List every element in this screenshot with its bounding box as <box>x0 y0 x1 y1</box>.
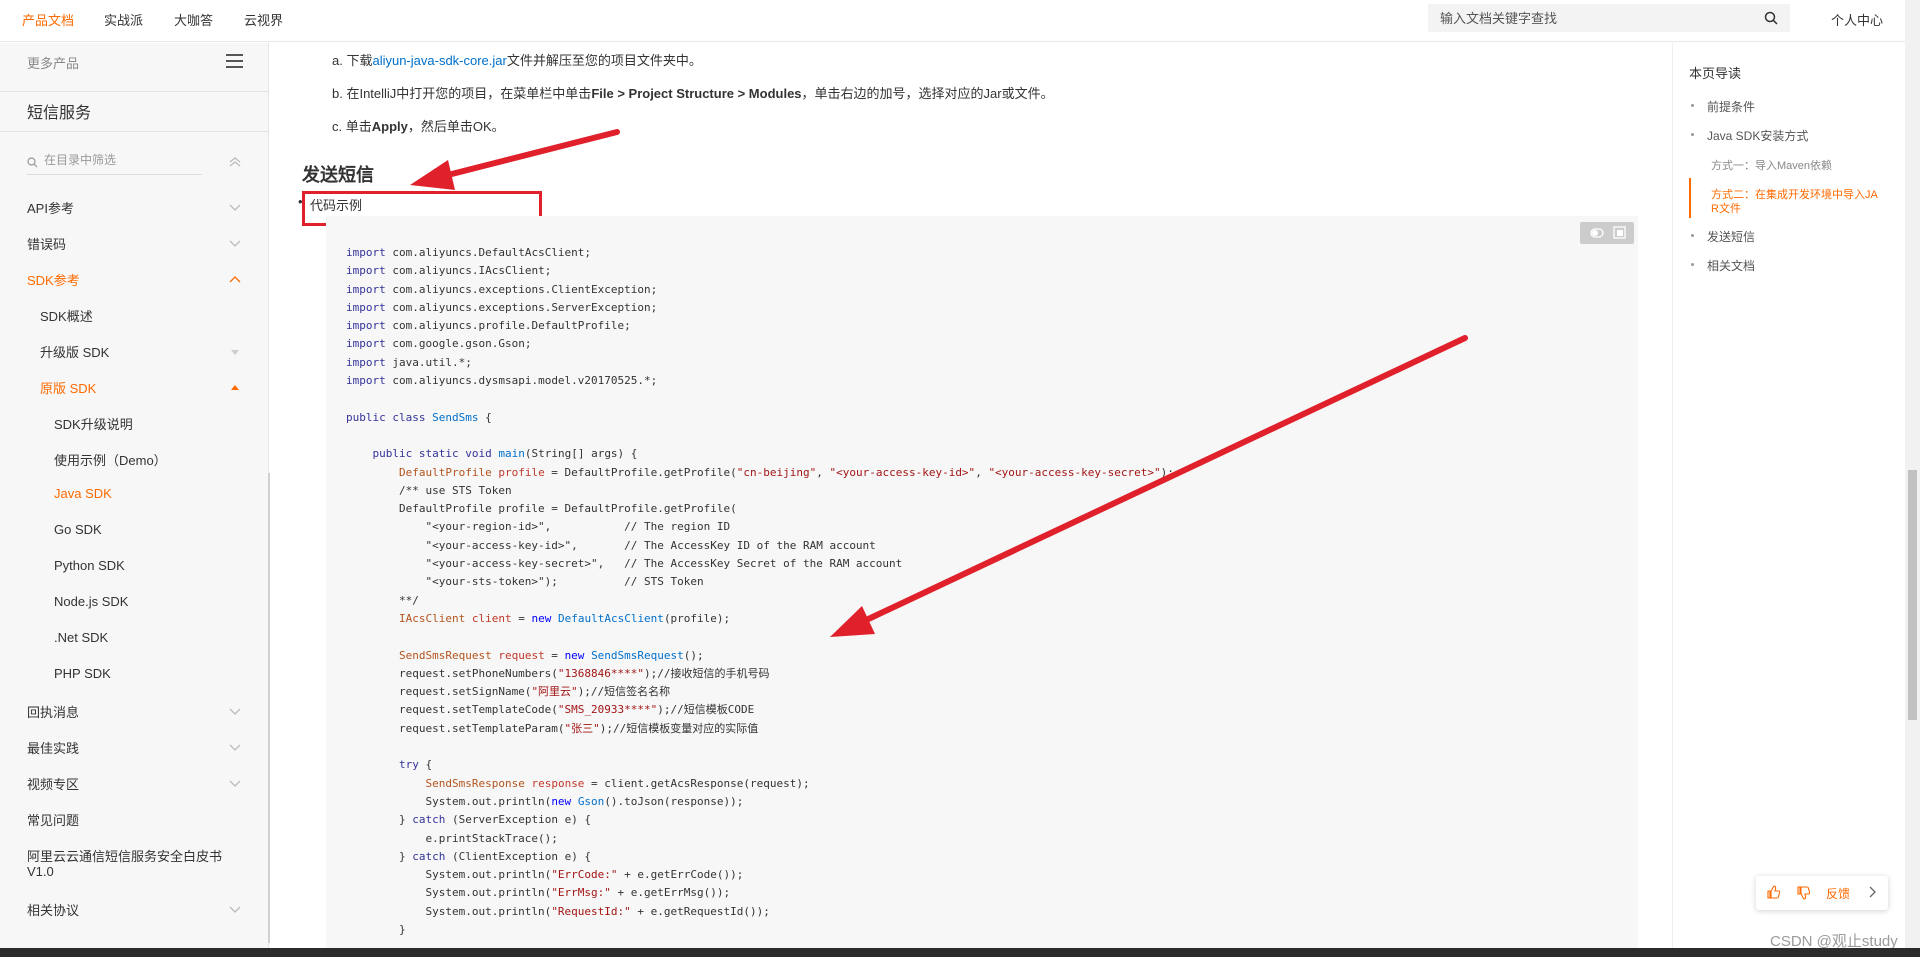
sidebar-item-python-sdk[interactable]: Python SDK <box>54 558 125 573</box>
sidebar-item-demo[interactable]: 使用示例（Demo） <box>54 450 167 469</box>
sidebar-item-go-sdk[interactable]: Go SDK <box>54 522 102 537</box>
page-toc: 本页导读 前提条件 Java SDK安装方式 方式一：导入Maven依赖 方式二… <box>1672 43 1905 948</box>
catalog-filter-input[interactable] <box>44 153 194 167</box>
sidebar-item-original-sdk[interactable]: 原版 SDK <box>40 378 96 397</box>
top-navigation: 产品文档 实战派 大咖答 云视界 个人中心 <box>0 0 1905 42</box>
sidebar-item-upgraded-sdk[interactable]: 升级版 SDK <box>40 342 109 361</box>
nav-product-docs[interactable]: 产品文档 <box>22 10 74 29</box>
main-content: a. 下载aliyun-java-sdk-core.jar文件并解压至您的项目文… <box>270 43 1670 956</box>
step-b: b. 在IntelliJ中打开您的项目，在菜单栏中单击File > Projec… <box>332 83 1054 102</box>
toggle-theme-icon[interactable] <box>1590 227 1604 239</box>
step-b-prefix: b. 在IntelliJ中打开您的项目，在菜单栏中单击 <box>332 86 592 101</box>
toc-item-related-docs[interactable]: 相关文档 <box>1707 257 1755 274</box>
catalog-filter <box>27 153 202 175</box>
step-c: c. 单击Apply，然后单击OK。 <box>332 116 505 135</box>
copy-icon[interactable] <box>1613 226 1626 239</box>
step-c-apply: Apply <box>371 119 408 134</box>
search-input[interactable] <box>1428 4 1748 32</box>
search-box <box>1428 4 1790 32</box>
sidebar-item-dotnet-sdk[interactable]: .Net SDK <box>54 630 108 645</box>
sidebar-item-best-practices[interactable]: 最佳实践 <box>27 738 79 757</box>
toc-item-java-sdk-install[interactable]: Java SDK安装方式 <box>1707 127 1808 144</box>
collapse-all-icon[interactable] <box>228 155 242 169</box>
sidebar-item-nodejs-sdk[interactable]: Node.js SDK <box>54 594 128 609</box>
search-icon <box>27 157 38 168</box>
thumbs-up-icon[interactable] <box>1766 885 1780 899</box>
step-a-prefix: a. 下载 <box>332 53 373 68</box>
sidebar-item-agreements[interactable]: 相关协议 <box>27 900 79 919</box>
toc-item-maven[interactable]: 方式一：导入Maven依赖 <box>1711 157 1832 173</box>
sidebar: 更多产品 短信服务 API参考 错误码 SDK参考 SDK概述 升级版 SDK … <box>0 43 270 948</box>
search-icon[interactable] <box>1764 11 1778 25</box>
sidebar-item-faq[interactable]: 常见问题 <box>27 810 79 829</box>
chevron-down-icon[interactable] <box>229 708 241 716</box>
toc-item-ide-import-cont[interactable]: R文件 <box>1711 200 1741 216</box>
sidebar-item-php-sdk[interactable]: PHP SDK <box>54 666 111 681</box>
step-c-prefix: c. 单击 <box>332 119 372 134</box>
chevron-down-icon[interactable] <box>229 240 241 248</box>
bullet-dot <box>1691 234 1694 237</box>
toc-active-indicator <box>1689 178 1691 218</box>
hamburger-menu-icon[interactable] <box>226 54 243 68</box>
step-b-suffix: ，单击右边的加号，选择对应的Jar或文件。 <box>801 86 1054 101</box>
step-a: a. 下载aliyun-java-sdk-core.jar文件并解压至您的项目文… <box>332 50 702 69</box>
code-toolbar <box>1580 222 1634 244</box>
code-block: import com.aliyuncs.DefaultAcsClient; im… <box>326 216 1638 956</box>
page-scrollbar[interactable] <box>1905 0 1920 957</box>
section-title-send-sms: 发送短信 <box>302 165 374 185</box>
chevron-down-icon[interactable] <box>229 906 241 914</box>
toc-item-prerequisites[interactable]: 前提条件 <box>1707 98 1755 115</box>
thumbs-down-icon[interactable] <box>1796 886 1810 900</box>
chevron-down-icon[interactable] <box>229 204 241 212</box>
sidebar-item-receipt-messages[interactable]: 回执消息 <box>27 702 79 721</box>
caret-up-icon[interactable] <box>229 383 241 391</box>
chevron-up-icon[interactable] <box>229 275 241 283</box>
sidebar-item-sdk-overview[interactable]: SDK概述 <box>40 306 93 325</box>
chevron-down-icon[interactable] <box>229 780 241 788</box>
sdk-core-download-link[interactable]: aliyun-java-sdk-core.jar <box>372 53 506 68</box>
bullet-dot <box>1691 263 1694 266</box>
nav-experts[interactable]: 大咖答 <box>174 10 213 29</box>
sidebar-item-videos[interactable]: 视频专区 <box>27 774 79 793</box>
sidebar-item-api-reference[interactable]: API参考 <box>27 198 74 217</box>
taskbar-strip <box>0 948 1920 957</box>
feedback-label[interactable]: 反馈 <box>1826 885 1850 902</box>
toc-item-send-sms[interactable]: 发送短信 <box>1707 228 1755 245</box>
step-a-suffix: 文件并解压至您的项目文件夹中。 <box>506 53 702 68</box>
caret-down-icon[interactable] <box>229 348 241 356</box>
divider <box>0 131 269 132</box>
personal-center-link[interactable]: 个人中心 <box>1831 10 1883 29</box>
feedback-widget: 反馈 <box>1756 876 1888 910</box>
service-title[interactable]: 短信服务 <box>27 99 91 123</box>
step-b-menu-path: File > Project Structure > Modules <box>591 86 802 101</box>
sidebar-item-sdk-reference[interactable]: SDK参考 <box>27 270 80 289</box>
nav-practice[interactable]: 实战派 <box>104 10 143 29</box>
bullet-dot <box>1691 133 1694 136</box>
chevron-down-icon[interactable] <box>229 744 241 752</box>
divider <box>0 91 269 92</box>
nav-cloud-view[interactable]: 云视界 <box>244 10 283 29</box>
scrollbar-thumb[interactable] <box>1908 470 1917 720</box>
step-c-suffix: ，然后单击OK。 <box>407 119 505 134</box>
sidebar-item-error-codes[interactable]: 错误码 <box>27 234 66 253</box>
chevron-right-icon[interactable] <box>1868 886 1878 898</box>
sidebar-item-sdk-upgrade-notes[interactable]: SDK升级说明 <box>54 414 133 433</box>
sidebar-item-java-sdk[interactable]: Java SDK <box>54 486 112 501</box>
bullet-dot <box>1691 104 1694 107</box>
toc-title: 本页导读 <box>1689 66 1742 81</box>
sidebar-item-security-whitepaper[interactable]: 阿里云云通信短信服务安全白皮书 <box>27 846 222 865</box>
sidebar-item-security-whitepaper-version[interactable]: V1.0 <box>27 864 54 879</box>
more-products-label[interactable]: 更多产品 <box>27 53 79 72</box>
java-code: import com.aliyuncs.DefaultAcsClient; im… <box>346 246 1174 936</box>
